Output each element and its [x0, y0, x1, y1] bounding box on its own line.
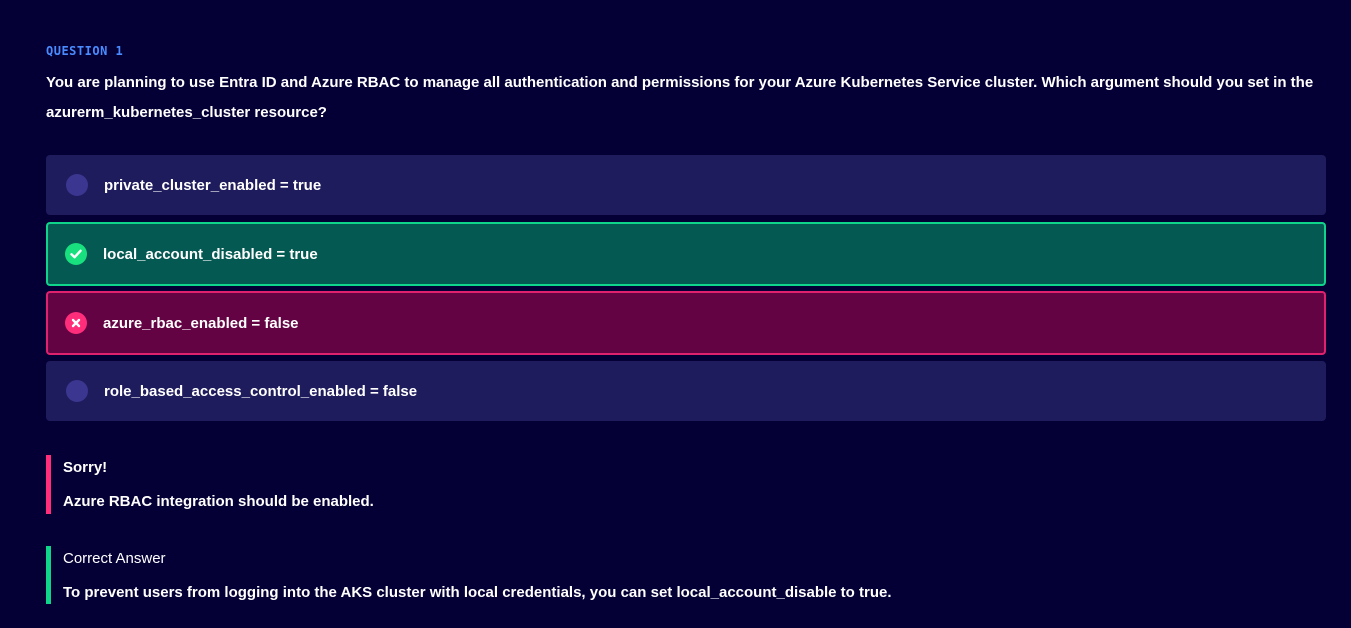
- correct-answer-box: Correct Answer To prevent users from log…: [46, 546, 1326, 604]
- question-text: You are planning to use Entra ID and Azu…: [46, 74, 1314, 121]
- answer-option-label: private_cluster_enabled = true: [104, 176, 322, 194]
- question-number-label: QUESTION 1: [46, 44, 124, 58]
- answer-option-3[interactable]: azure_rbac_enabled = false: [46, 291, 1326, 355]
- correct-accent-bar: [46, 546, 51, 604]
- cross-icon: [65, 312, 87, 334]
- incorrect-accent-bar: [46, 455, 51, 514]
- radio-unselected-icon[interactable]: [66, 380, 88, 402]
- answer-option-4[interactable]: role_based_access_control_enabled = fals…: [46, 361, 1326, 421]
- answer-option-2[interactable]: local_account_disabled = true: [46, 222, 1326, 286]
- radio-unselected-icon[interactable]: [66, 174, 88, 196]
- correct-answer-explanation: To prevent users from logging into the A…: [63, 584, 892, 601]
- answer-option-1[interactable]: private_cluster_enabled = true: [46, 155, 1326, 215]
- incorrect-feedback-title: Sorry!: [63, 459, 108, 476]
- answer-option-label: local_account_disabled = true: [103, 245, 318, 263]
- incorrect-feedback-box: Sorry! Azure RBAC integration should be …: [46, 455, 1326, 514]
- incorrect-feedback-text: Azure RBAC integration should be enabled…: [63, 493, 374, 510]
- answer-option-label: role_based_access_control_enabled = fals…: [104, 382, 418, 400]
- correct-answer-title: Correct Answer: [63, 550, 166, 567]
- check-icon: [65, 243, 87, 265]
- answer-option-label: azure_rbac_enabled = false: [103, 314, 299, 332]
- answer-options-list: private_cluster_enabled = true local_acc…: [46, 155, 1326, 429]
